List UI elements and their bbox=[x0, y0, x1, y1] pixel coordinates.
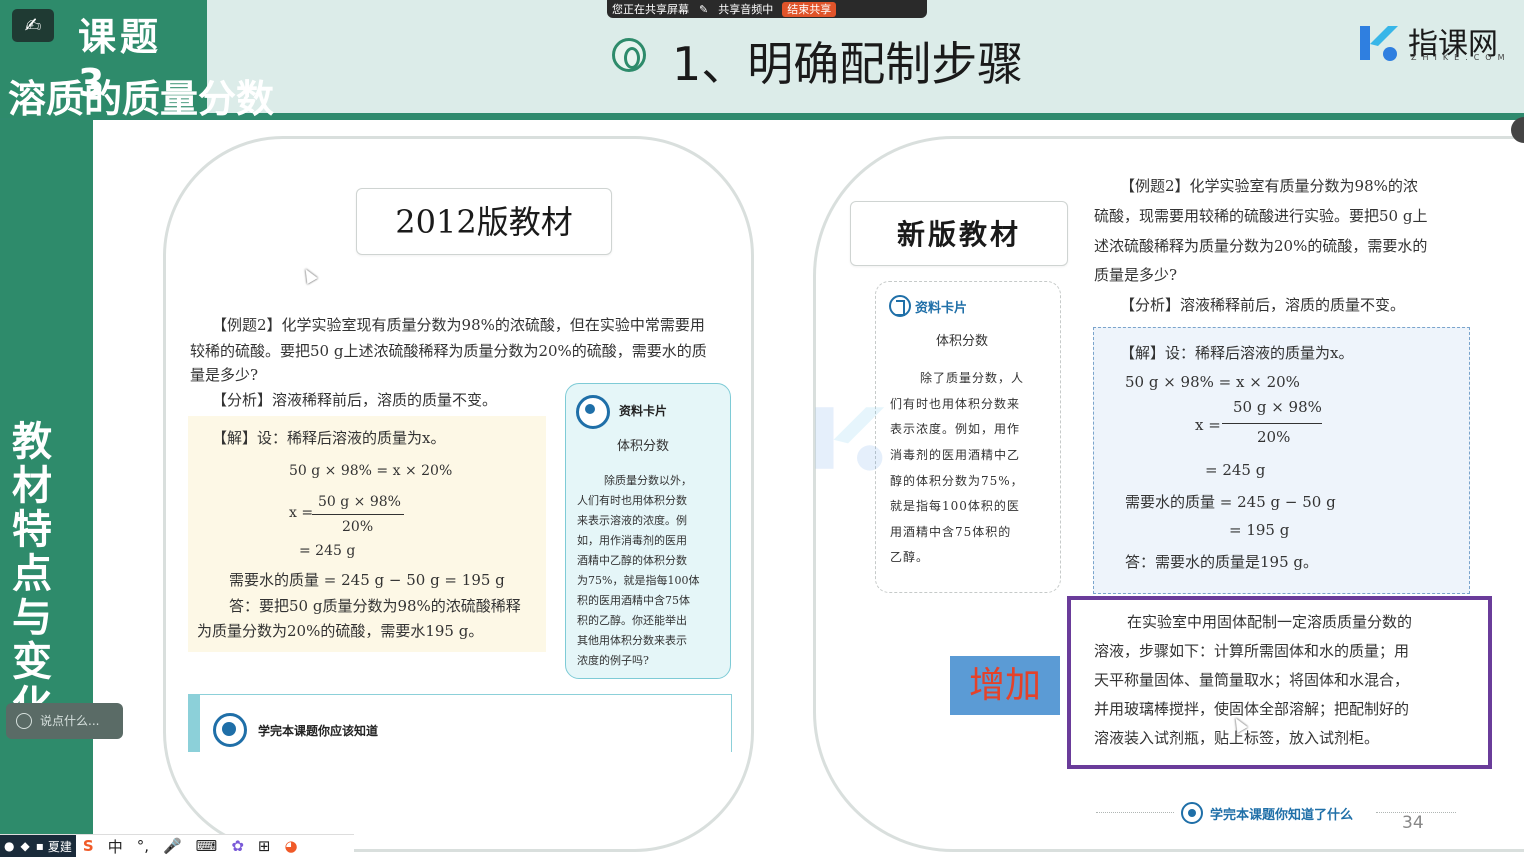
left-example-line: 量是多少? bbox=[190, 366, 259, 384]
topic-logo-icon: ✍ bbox=[12, 9, 54, 42]
network-icon[interactable]: ◆ bbox=[20, 839, 29, 853]
chat-input[interactable]: 说点什么... bbox=[6, 703, 123, 739]
left-solution-line: 答：要把50 g质量分数为98%的浓硫酸稀释 bbox=[229, 597, 521, 615]
user-icon[interactable]: ● bbox=[4, 839, 14, 853]
brand-domain: ZHIKE.COM bbox=[1411, 53, 1511, 62]
right-fraction-denominator: 20% bbox=[1257, 428, 1291, 446]
right-card-line: 表示浓度。例如，用作 bbox=[890, 422, 1021, 436]
left-fraction-denominator: 20% bbox=[342, 519, 374, 535]
chat-placeholder: 说点什么... bbox=[40, 714, 100, 728]
slide-stage: ✍ 课题 3 溶质的质量分数 您正在共享屏幕 ✎ 共享音频中 结束共享 1、明确… bbox=[0, 0, 1524, 857]
left-example-line: 较稀的硫酸。要把50 g上述浓硫酸稀释为质量分数为20%的硫酸，需要水的质 bbox=[190, 342, 707, 360]
left-card-line: 人们有时也用体积分数 bbox=[577, 494, 687, 507]
left-solution-line: 【解】设：稀释后溶液的质量为x。 bbox=[212, 429, 446, 447]
left-card-line: 为75%，就是指每100体 bbox=[577, 574, 700, 587]
right-card-line: 醇的体积分数为75%， bbox=[890, 474, 1024, 488]
left-card-heading: 体积分数 bbox=[617, 439, 670, 454]
left-card-line: 积的医用酒精中含75体 bbox=[577, 594, 690, 607]
right-fraction-numerator: 50 g × 98% bbox=[1233, 398, 1322, 416]
old-textbook-label: 2012版教材 bbox=[356, 188, 612, 255]
left-summary-text: 学完本课题你应该知道 bbox=[258, 724, 379, 738]
left-card-line: 浓度的例子吗? bbox=[577, 654, 649, 667]
left-card-title: 资料卡片 bbox=[619, 404, 668, 418]
added-content-line: 天平称量固体、量筒量取水；将固体和水混合， bbox=[1094, 671, 1410, 689]
right-card-line: 用酒精中含75体积的 bbox=[890, 525, 1012, 539]
leaf-icon bbox=[612, 38, 646, 72]
right-solution-line: 【解】设：稀释后溶液的质量为x。 bbox=[1120, 344, 1354, 362]
left-solution-line: 为质量分数为20%的硫酸，需要水195 g。 bbox=[197, 622, 484, 640]
right-example-line: 质量是多少? bbox=[1094, 266, 1178, 284]
left-card-line: 其他用体积分数来表示 bbox=[577, 634, 687, 647]
right-solution-line: x = bbox=[1195, 416, 1221, 434]
ime-punctuation-toggle[interactable]: °, bbox=[130, 837, 156, 855]
mascot-icon[interactable]: ◕ bbox=[277, 837, 304, 855]
taskbar-app-label[interactable]: 夏建 bbox=[48, 838, 72, 855]
right-solution-line: 答：需要水的质量是195 g。 bbox=[1125, 553, 1319, 571]
ime-language-toggle[interactable]: 中 bbox=[101, 836, 130, 857]
pen-icon[interactable]: ✎ bbox=[694, 3, 713, 16]
right-card-line: 除了质量分数，人 bbox=[920, 371, 1025, 385]
watermark-logo-icon bbox=[815, 407, 885, 471]
right-example-line: 硫酸，现需要用较稀的硫酸进行实验。要把50 g上 bbox=[1094, 207, 1428, 225]
added-tag: 增加 bbox=[950, 656, 1060, 715]
summary-icon bbox=[1181, 802, 1203, 824]
left-fraction-numerator: 50 g × 98% bbox=[318, 494, 401, 510]
right-info-card bbox=[875, 281, 1061, 593]
right-card-line: 消毒剂的医用酒精中乙 bbox=[890, 448, 1021, 462]
added-content-line: 在实验室中用固体配制一定溶质质量分数的 bbox=[1127, 613, 1413, 631]
footer-divider bbox=[1096, 812, 1174, 813]
right-solution-line: 50 g × 98% = x × 20% bbox=[1125, 373, 1300, 391]
right-card-heading: 体积分数 bbox=[936, 334, 989, 349]
left-sidebar: 教材特点与变化 bbox=[0, 120, 93, 857]
left-solution-line: = 245 g bbox=[299, 543, 356, 559]
fraction-bar bbox=[1222, 423, 1322, 424]
info-card-icon bbox=[576, 395, 610, 429]
left-card-line: 酒精中乙醇的体积分数 bbox=[577, 554, 687, 567]
left-solution-line: x = bbox=[289, 505, 314, 521]
page-title: 1、明确配制步骤 bbox=[672, 37, 1024, 91]
summary-icon bbox=[213, 713, 247, 747]
right-solution-line: = 195 g bbox=[1229, 521, 1290, 539]
left-card-line: 积的乙醇。你还能举出 bbox=[577, 614, 687, 627]
added-content-line: 溶液，步骤如下：计算所需固体和水的质量；用 bbox=[1094, 642, 1410, 660]
right-card-line: 就是指每100体积的医 bbox=[890, 499, 1020, 513]
smile-icon[interactable] bbox=[16, 713, 32, 729]
fraction-bar bbox=[312, 514, 404, 515]
right-example-line: 【例题2】化学实验室有质量分数为98%的浓 bbox=[1120, 177, 1418, 195]
skin-icon[interactable]: ✿ bbox=[224, 837, 251, 855]
audio-share-status[interactable]: 共享音频中 bbox=[713, 1, 778, 17]
right-analysis-line: 【分析】溶液稀释前后，溶质的质量不变。 bbox=[1120, 296, 1406, 314]
info-card-icon bbox=[889, 295, 911, 317]
topic-subtitle: 溶质的质量分数 bbox=[8, 77, 275, 121]
added-content-line: 并用玻璃棒搅拌，使固体全部溶解；把配制好的 bbox=[1094, 700, 1410, 718]
end-share-button[interactable]: 结束共享 bbox=[782, 1, 837, 17]
microphone-icon[interactable]: 🎤 bbox=[156, 837, 189, 855]
toolbox-icon[interactable]: ⊞ bbox=[251, 837, 278, 855]
right-footer-text: 学完本课题你知道了什么 bbox=[1210, 808, 1354, 823]
brand-logo-icon bbox=[1360, 26, 1398, 61]
sidebar-vertical-title: 教材特点与变化 bbox=[12, 419, 52, 728]
chat-icon[interactable]: ▪ bbox=[36, 839, 44, 853]
right-solution-line: 需要水的质量 = 245 g − 50 g bbox=[1125, 493, 1336, 511]
left-solution-line: 需要水的质量 = 245 g − 50 g = 195 g bbox=[229, 571, 505, 589]
right-card-title: 资料卡片 bbox=[915, 301, 968, 316]
right-card-line: 们有时也用体积分数来 bbox=[890, 397, 1021, 411]
left-solution-line: 50 g × 98% = x × 20% bbox=[289, 463, 453, 479]
share-status: 您正在共享屏幕 bbox=[612, 3, 689, 16]
page-number: 34 bbox=[1402, 813, 1424, 833]
left-card-line: 除质量分数以外， bbox=[604, 474, 692, 487]
taskbar: ● ◆ ▪ 夏建 S 中 °, 🎤 ⌨ ✿ ⊞ ◕ bbox=[0, 834, 354, 857]
taskbar-tray: ● ◆ ▪ 夏建 bbox=[0, 834, 76, 857]
right-solution-line: = 245 g bbox=[1205, 461, 1266, 479]
sogou-ime-icon[interactable]: S bbox=[76, 837, 101, 855]
right-card-line: 乙醇。 bbox=[890, 550, 930, 564]
left-card-line: 如，用作消毒剂的医用 bbox=[577, 534, 687, 547]
left-card-line: 来表示溶液的浓度。例 bbox=[577, 514, 687, 527]
right-example-line: 述浓硫酸稀释为质量分数为20%的硫酸，需要水的 bbox=[1094, 237, 1428, 255]
keyboard-icon[interactable]: ⌨ bbox=[189, 837, 225, 855]
screen-share-bar: 您正在共享屏幕 ✎ 共享音频中 结束共享 bbox=[607, 0, 927, 18]
left-analysis-line: 【分析】溶液稀释前后，溶质的质量不变。 bbox=[212, 391, 498, 409]
new-textbook-label: 新版教材 bbox=[850, 201, 1068, 266]
left-example-line: 【例题2】化学实验室现有质量分数为98%的浓硫酸，但在实验中常需要用 bbox=[212, 316, 705, 334]
